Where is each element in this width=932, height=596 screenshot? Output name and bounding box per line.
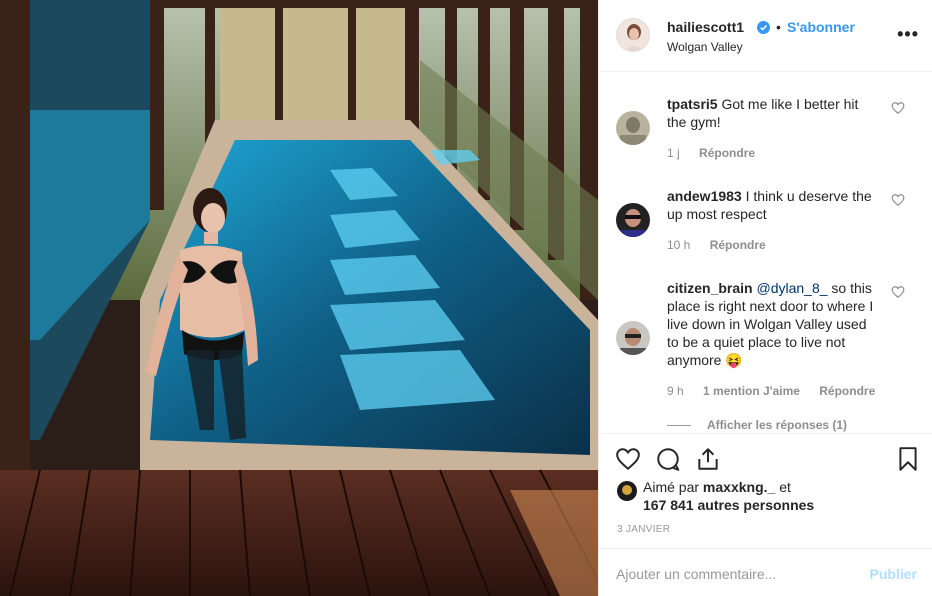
comment-time[interactable]: 1 j [667, 146, 680, 160]
comment-meta: 1 j Répondre [667, 146, 771, 160]
likes-count[interactable]: 167 841 autres personnes [643, 497, 814, 513]
comment-meta: 10 h Répondre [667, 238, 782, 252]
commenter-username[interactable]: andew1983 [667, 188, 742, 204]
liked-by-connector: et [779, 479, 791, 495]
bookmark-icon[interactable] [895, 446, 921, 472]
replies-divider-line [667, 425, 691, 427]
post-photo[interactable] [0, 0, 598, 596]
reply-button[interactable]: Répondre [819, 384, 875, 398]
comment-icon[interactable] [655, 446, 681, 472]
view-replies-button[interactable]: Afficher les réponses (1) [667, 418, 847, 432]
comment-time[interactable]: 9 h [667, 384, 684, 398]
post-date[interactable]: 3 JANVIER [617, 524, 670, 535]
commenter-avatar[interactable] [616, 111, 650, 145]
share-icon[interactable] [695, 446, 721, 472]
comment-like-heart-icon[interactable] [891, 193, 905, 207]
comments-list[interactable]: tpatsri5 Got me like I better hit the gy… [599, 73, 932, 433]
verified-icon [757, 21, 770, 34]
reply-button[interactable]: Répondre [710, 238, 766, 252]
reply-button[interactable]: Répondre [699, 146, 755, 160]
separator-dot: • [776, 19, 781, 35]
add-comment-section: Ajouter un commentaire... Publier [599, 548, 932, 596]
comment-text: andew1983 I think u deserve the up most … [667, 187, 879, 223]
commenter-username[interactable]: tpatsri5 [667, 96, 718, 112]
view-replies-label: Afficher les réponses (1) [707, 418, 848, 432]
publish-button[interactable]: Publier [870, 566, 917, 582]
liker-avatar[interactable] [617, 481, 637, 501]
comment-meta: 9 h 1 mention J'aime Répondre [667, 384, 891, 398]
more-options-icon[interactable]: ••• [897, 24, 919, 45]
comment-time[interactable]: 10 h [667, 238, 690, 252]
liked-by-text: Aimé par maxxkng._ et 167 841 autres per… [643, 478, 903, 514]
location-link[interactable]: Wolgan Valley [667, 40, 743, 54]
commenter-username[interactable]: citizen_brain [667, 280, 753, 296]
comment-emoji: 😝 [725, 352, 743, 368]
comment-mention[interactable]: @dylan_8_ [756, 280, 827, 296]
comment-input[interactable]: Ajouter un commentaire... [616, 566, 776, 582]
comment-like-heart-icon[interactable] [891, 285, 905, 299]
comment-text: tpatsri5 Got me like I better hit the gy… [667, 95, 879, 131]
post-sidebar: hailiescott1 • S'abonner Wolgan Valley •… [598, 0, 932, 596]
author-username[interactable]: hailiescott1 [667, 19, 744, 35]
comment-text: citizen_brain @dylan_8_ so this place is… [667, 279, 879, 369]
liked-by-user[interactable]: maxxkng._ [703, 479, 775, 495]
post-actions-bar [599, 433, 932, 483]
comment-like-heart-icon[interactable] [891, 101, 905, 115]
commenter-avatar[interactable] [616, 321, 650, 355]
post-photo-illustration [0, 0, 598, 596]
follow-button[interactable]: S'abonner [787, 19, 855, 35]
liked-by-prefix: Aimé par [643, 479, 700, 495]
like-heart-icon[interactable] [615, 446, 641, 472]
author-avatar[interactable] [616, 18, 650, 52]
comment-likes-count[interactable]: 1 mention J'aime [703, 384, 800, 398]
commenter-avatar[interactable] [616, 203, 650, 237]
post-header: hailiescott1 • S'abonner Wolgan Valley •… [599, 0, 932, 72]
